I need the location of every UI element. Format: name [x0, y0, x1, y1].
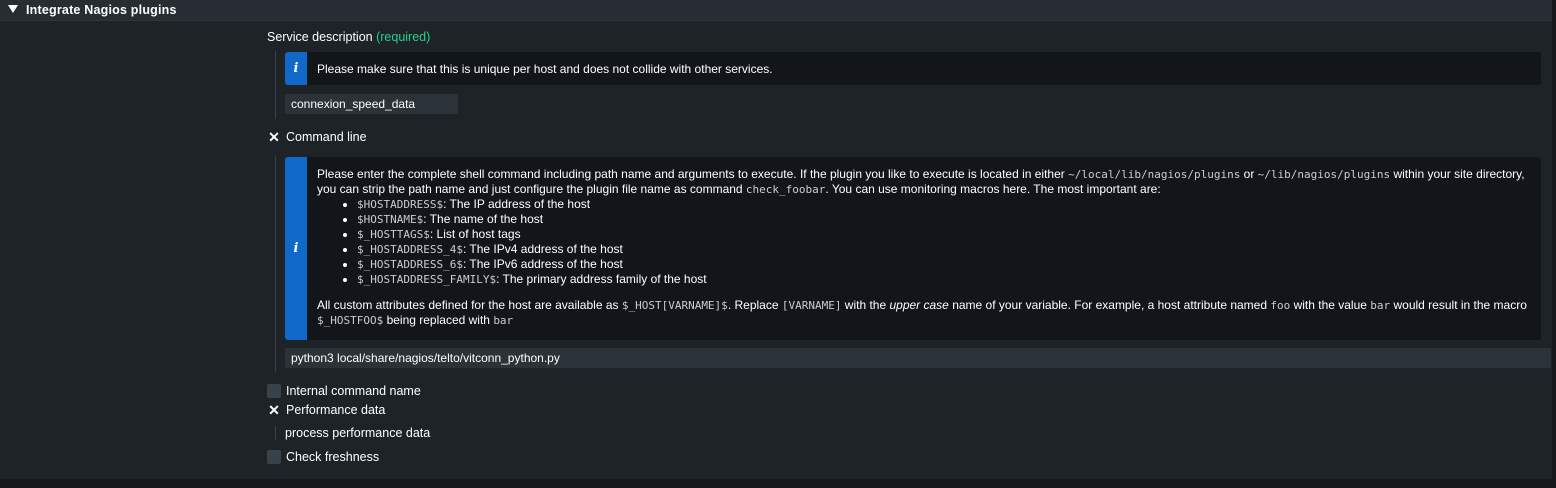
code-macro: bar — [1370, 299, 1391, 312]
macro-desc: : The primary address family of the host — [496, 272, 707, 286]
code-macro: $_HOST[VARNAME]$ — [621, 299, 728, 312]
help-text: . Replace — [727, 298, 782, 312]
help-text: name of your variable. For example, a ho… — [948, 298, 1271, 312]
macro-list: $HOSTADDRESS$: The IP address of the hos… — [317, 197, 1527, 287]
section-title: Integrate Nagios plugins — [26, 3, 177, 17]
macro-desc: : The name of the host — [423, 212, 544, 226]
performance-data-checkbox-icon[interactable]: ✕ — [267, 403, 281, 417]
macro-code: $HOSTNAME$ — [357, 213, 424, 226]
macro-item: $_HOSTADDRESS_4$: The IPv4 address of th… — [357, 242, 1527, 257]
macro-code: $_HOSTADDRESS_FAMILY$ — [357, 273, 497, 286]
help-text: being replaced with — [383, 313, 494, 327]
code-command: check_foobar — [745, 183, 826, 196]
required-marker: (required) — [376, 30, 431, 44]
macro-code: $_HOSTADDRESS_6$ — [357, 258, 463, 271]
macro-code: $_HOSTADDRESS_4$ — [357, 243, 463, 256]
service-description-label: Service description (required) — [267, 30, 430, 44]
command-line-input[interactable]: python3 local/share/nagios/telto/vitconn… — [285, 348, 1551, 368]
code-path: ~/lib/nagios/plugins — [1257, 168, 1391, 181]
help-paragraph: All custom attributes defined for the ho… — [317, 298, 1527, 328]
check-freshness-checkbox[interactable] — [267, 450, 281, 464]
help-text: Please enter the complete shell command … — [317, 167, 1069, 181]
code-macro: [VARNAME] — [781, 299, 842, 312]
info-icon: i — [293, 61, 299, 76]
command-line-checkbox-icon[interactable]: ✕ — [267, 130, 281, 144]
macro-code: $HOSTADDRESS$ — [357, 198, 444, 211]
macro-item: $_HOSTADDRESS_FAMILY$: The primary addre… — [357, 272, 1527, 287]
code-macro: $_HOSTFOO$ — [317, 314, 384, 327]
command-line-help-text: Please enter the complete shell command … — [317, 167, 1527, 328]
scroll-edge — [1552, 0, 1556, 488]
section-header[interactable]: Integrate Nagios plugins — [0, 0, 1552, 21]
indent-line — [275, 156, 276, 372]
macro-item: $_HOSTTAGS$: List of host tags — [357, 227, 1527, 242]
service-description-label-text: Service description — [267, 30, 373, 44]
bottom-edge — [0, 479, 1556, 488]
command-line-label: Command line — [286, 130, 367, 144]
internal-command-name-checkbox[interactable] — [267, 384, 281, 398]
macro-desc: : The IPv4 address of the host — [462, 242, 623, 256]
macro-code: $_HOSTTAGS$ — [357, 228, 430, 241]
info-icon: i — [293, 241, 299, 256]
macro-desc: : List of host tags — [429, 227, 521, 241]
process-performance-data-label: process performance data — [285, 426, 431, 440]
help-text: All custom attributes defined for the ho… — [317, 298, 622, 312]
code-path: ~/local/lib/nagios/plugins — [1068, 168, 1241, 181]
emphasis-text: upper case — [889, 298, 949, 312]
help-text: with the value — [1290, 298, 1371, 312]
performance-data-label: Performance data — [286, 403, 386, 417]
indent-line — [275, 51, 276, 119]
help-paragraph: Please enter the complete shell command … — [317, 167, 1527, 197]
code-macro: foo — [1270, 299, 1291, 312]
service-description-input[interactable]: connexion_speed_data — [285, 94, 458, 114]
collapse-triangle-icon[interactable] — [8, 5, 18, 13]
macro-desc: : The IP address of the host — [443, 197, 591, 211]
command-line-help: i Please enter the complete shell comman… — [285, 157, 1541, 340]
help-text: with the — [841, 298, 890, 312]
macro-desc: : The IPv6 address of the host — [462, 257, 623, 271]
help-text: or — [1240, 167, 1258, 181]
macro-item: $HOSTNAME$: The name of the host — [357, 212, 1527, 227]
service-description-help: i Please make sure that this is unique p… — [285, 52, 1541, 85]
service-description-help-text: Please make sure that this is unique per… — [317, 62, 773, 76]
indent-line — [275, 426, 276, 440]
internal-command-name-label: Internal command name — [286, 384, 421, 398]
macro-item: $_HOSTADDRESS_6$: The IPv6 address of th… — [357, 257, 1527, 272]
check-freshness-label: Check freshness — [286, 450, 380, 464]
help-text: would result in the macro — [1390, 298, 1527, 312]
help-text: . You can use monitoring macros here. Th… — [825, 182, 1161, 196]
macro-item: $HOSTADDRESS$: The IP address of the hos… — [357, 197, 1527, 212]
code-macro: bar — [493, 314, 514, 327]
